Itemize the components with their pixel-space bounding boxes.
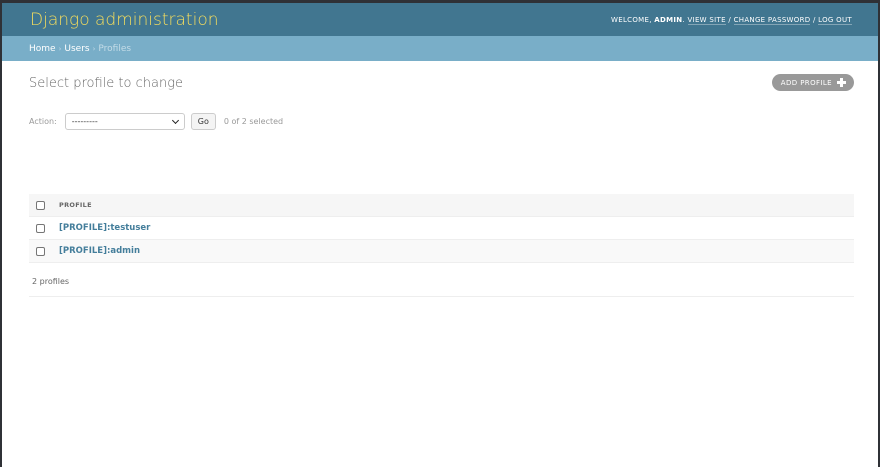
chevron-down-icon: [173, 119, 179, 125]
user-tools-separator: /: [725, 15, 734, 24]
breadcrumb-app[interactable]: Users: [64, 44, 89, 54]
action-select-value: ---------: [71, 117, 98, 126]
profile-link[interactable]: [PROFILE]:admin: [59, 246, 140, 256]
view-site-link[interactable]: VIEW SITE: [687, 15, 726, 25]
results-table: PROFILE [PROFILE]:testuser [PROFILE]:adm…: [29, 194, 854, 263]
plus-icon: [837, 78, 846, 87]
breadcrumb-current: Profiles: [98, 43, 132, 54]
welcome-prefix: WELCOME,: [611, 15, 655, 24]
action-bar: Action: --------- Go 0 of 2 selected: [29, 113, 283, 130]
admin-window: Django administration WELCOME, ADMIN. VI…: [2, 3, 878, 467]
go-button[interactable]: Go: [190, 113, 216, 130]
breadcrumb-separator: ›: [58, 44, 62, 53]
log-out-link[interactable]: LOG OUT: [818, 15, 852, 25]
profile-link[interactable]: [PROFILE]:testuser: [59, 223, 150, 233]
header: Django administration WELCOME, ADMIN. VI…: [2, 3, 878, 36]
table-row: [PROFILE]:testuser: [29, 217, 854, 240]
breadcrumb-home[interactable]: Home: [29, 44, 56, 54]
user-tools-separator: /: [810, 15, 819, 24]
column-header-profile[interactable]: PROFILE: [59, 201, 92, 209]
paginator: 2 profiles: [29, 267, 854, 297]
table-row: [PROFILE]:admin: [29, 240, 854, 263]
row-checkbox[interactable]: [36, 246, 45, 256]
user-tools: WELCOME, ADMIN. VIEW SITE / CHANGE PASSW…: [611, 15, 852, 25]
row-checkbox[interactable]: [36, 223, 45, 233]
site-name[interactable]: Django administration: [30, 10, 219, 30]
selection-counter: 0 of 2 selected: [223, 117, 284, 126]
result-count: 2 profiles: [32, 277, 70, 286]
table-header-row: PROFILE: [29, 194, 854, 217]
username: ADMIN: [654, 15, 683, 24]
welcome-suffix: .: [682, 15, 688, 24]
page-title: Select profile to change: [29, 76, 184, 91]
select-all-checkbox[interactable]: [36, 200, 45, 210]
add-profile-label: ADD PROFILE: [780, 78, 832, 87]
action-label: Action:: [29, 117, 57, 126]
action-select[interactable]: ---------: [64, 113, 185, 130]
add-profile-button[interactable]: ADD PROFILE: [771, 74, 854, 91]
breadcrumb: Home › Users › Profiles: [2, 36, 878, 61]
change-password-link[interactable]: CHANGE PASSWORD: [733, 15, 811, 25]
breadcrumb-separator: ›: [92, 44, 96, 53]
